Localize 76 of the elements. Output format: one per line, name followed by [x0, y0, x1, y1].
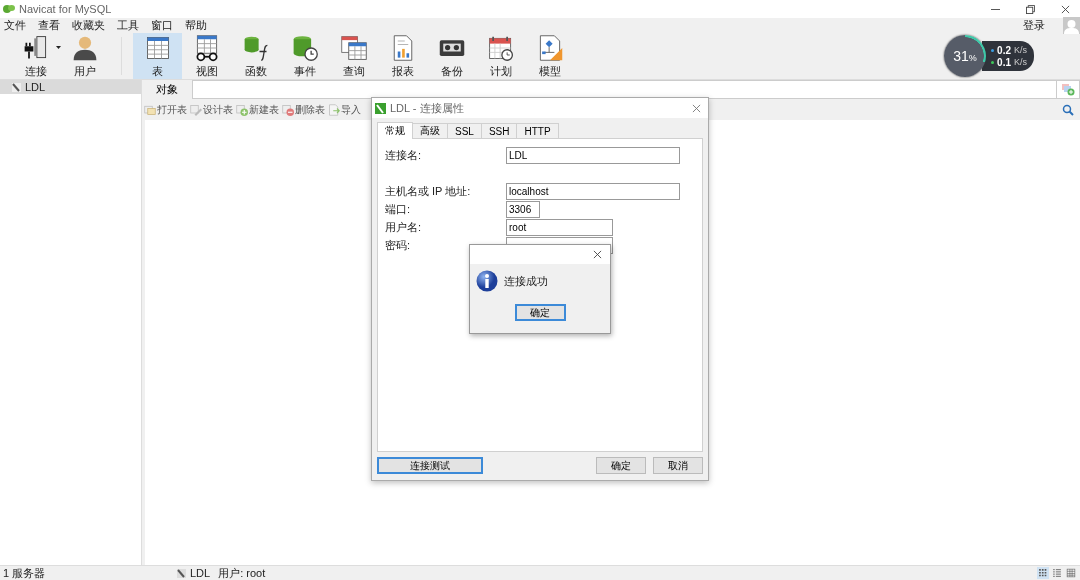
- field-label: 主机名或 IP 地址:: [385, 184, 472, 199]
- view-mode-button[interactable]: [1065, 567, 1077, 579]
- menu-item[interactable]: 文件: [4, 18, 26, 33]
- usage-percent: 31: [953, 48, 969, 64]
- dialog-tab[interactable]: SSL: [447, 123, 482, 138]
- toolbar-button[interactable]: 视图: [182, 33, 231, 79]
- login-link[interactable]: 登录: [1023, 18, 1045, 33]
- object-toolbar-button[interactable]: 设计表: [190, 102, 233, 117]
- close-icon[interactable]: [593, 250, 602, 259]
- connection-name: LDL: [177, 567, 211, 579]
- percent-unit: %: [968, 53, 977, 63]
- field-label: 端口:: [385, 202, 412, 217]
- list-view-icon: [1052, 568, 1062, 578]
- grid-view-icon: [1038, 568, 1048, 578]
- toolbar-button[interactable]: 备份: [427, 33, 476, 79]
- toolbar-button[interactable]: 计划: [476, 33, 525, 79]
- toolbar-button[interactable]: 事件: [280, 33, 329, 79]
- dialog-tab[interactable]: 常规: [377, 122, 413, 139]
- menu-item[interactable]: 帮助: [185, 18, 207, 33]
- upload-speed: 0.2: [997, 44, 1011, 56]
- toolbar-button[interactable]: 表: [133, 33, 182, 79]
- object-toolbar-button[interactable]: 新建表: [236, 102, 279, 117]
- close-icon[interactable]: [692, 103, 701, 113]
- leaf-logo-icon: [3, 4, 15, 14]
- app-logo-icon: [375, 102, 386, 114]
- info-icon: [476, 270, 498, 292]
- download-speed: 0.1: [997, 56, 1011, 68]
- stacked-tables-icon: [339, 33, 368, 62]
- toolbar-button[interactable]: 函数: [231, 33, 280, 79]
- menu-item[interactable]: 查看: [38, 18, 60, 33]
- view-mode-button[interactable]: [1037, 567, 1049, 579]
- dialog-title: LDL - 连接属性: [390, 100, 465, 116]
- dialog-tab[interactable]: 高级: [412, 123, 448, 138]
- speed-unit: K/s: [1014, 57, 1027, 67]
- dialog-tab[interactable]: HTTP: [516, 123, 559, 138]
- menu-item[interactable]: 工具: [117, 18, 139, 33]
- import-icon: [328, 103, 340, 116]
- add-table-icon: [236, 103, 248, 116]
- toolbar-button[interactable]: 查询: [329, 33, 378, 79]
- sidebar-item[interactable]: LDL: [0, 80, 141, 94]
- server-count: 1 服务器: [2, 565, 47, 580]
- menu-item[interactable]: 收藏夹: [72, 18, 105, 33]
- window-title: Navicat for MySQL: [19, 3, 113, 15]
- object-toolbar-button[interactable]: 打开表: [144, 102, 187, 117]
- field-label: 用户名:: [385, 220, 423, 235]
- restore-icon[interactable]: [1026, 4, 1035, 14]
- close-icon[interactable]: [1061, 4, 1070, 14]
- dialog-button[interactable]: 连接测试: [377, 457, 483, 474]
- user-name: 用户: root: [218, 565, 266, 580]
- toolbar-button[interactable]: 模型: [525, 33, 574, 79]
- input-field[interactable]: 3306: [506, 201, 540, 218]
- message-text: 连接成功: [504, 273, 548, 289]
- field-label: 连接名:: [385, 148, 423, 163]
- field-label: 密码:: [385, 238, 412, 253]
- speed-unit: K/s: [1014, 45, 1027, 55]
- download-dot-icon: [991, 60, 995, 64]
- upload-dot-icon: [991, 48, 995, 52]
- input-field[interactable]: LDL: [506, 147, 680, 164]
- ok-button[interactable]: 确定: [514, 304, 566, 321]
- open-table-icon: [144, 103, 156, 116]
- add-icon: [1061, 83, 1075, 96]
- design-table-icon: [190, 103, 202, 116]
- input-field[interactable]: root: [506, 219, 613, 236]
- caret-icon[interactable]: [55, 46, 61, 49]
- detail-view-icon: [1066, 568, 1076, 578]
- dialog-button[interactable]: 确定: [596, 457, 646, 474]
- dialog-button[interactable]: 取消: [653, 457, 703, 474]
- search-icon[interactable]: [1062, 103, 1074, 116]
- input-field[interactable]: localhost: [506, 183, 680, 200]
- view-mode-button[interactable]: [1051, 567, 1063, 579]
- menu-item[interactable]: 窗口: [151, 18, 173, 33]
- delete-table-icon: [282, 103, 294, 116]
- connection-icon: [12, 82, 21, 92]
- toolbar-button[interactable]: 报表: [378, 33, 427, 79]
- object-toolbar-button[interactable]: 删除表: [282, 102, 325, 117]
- object-toolbar-button[interactable]: 导入: [328, 102, 361, 117]
